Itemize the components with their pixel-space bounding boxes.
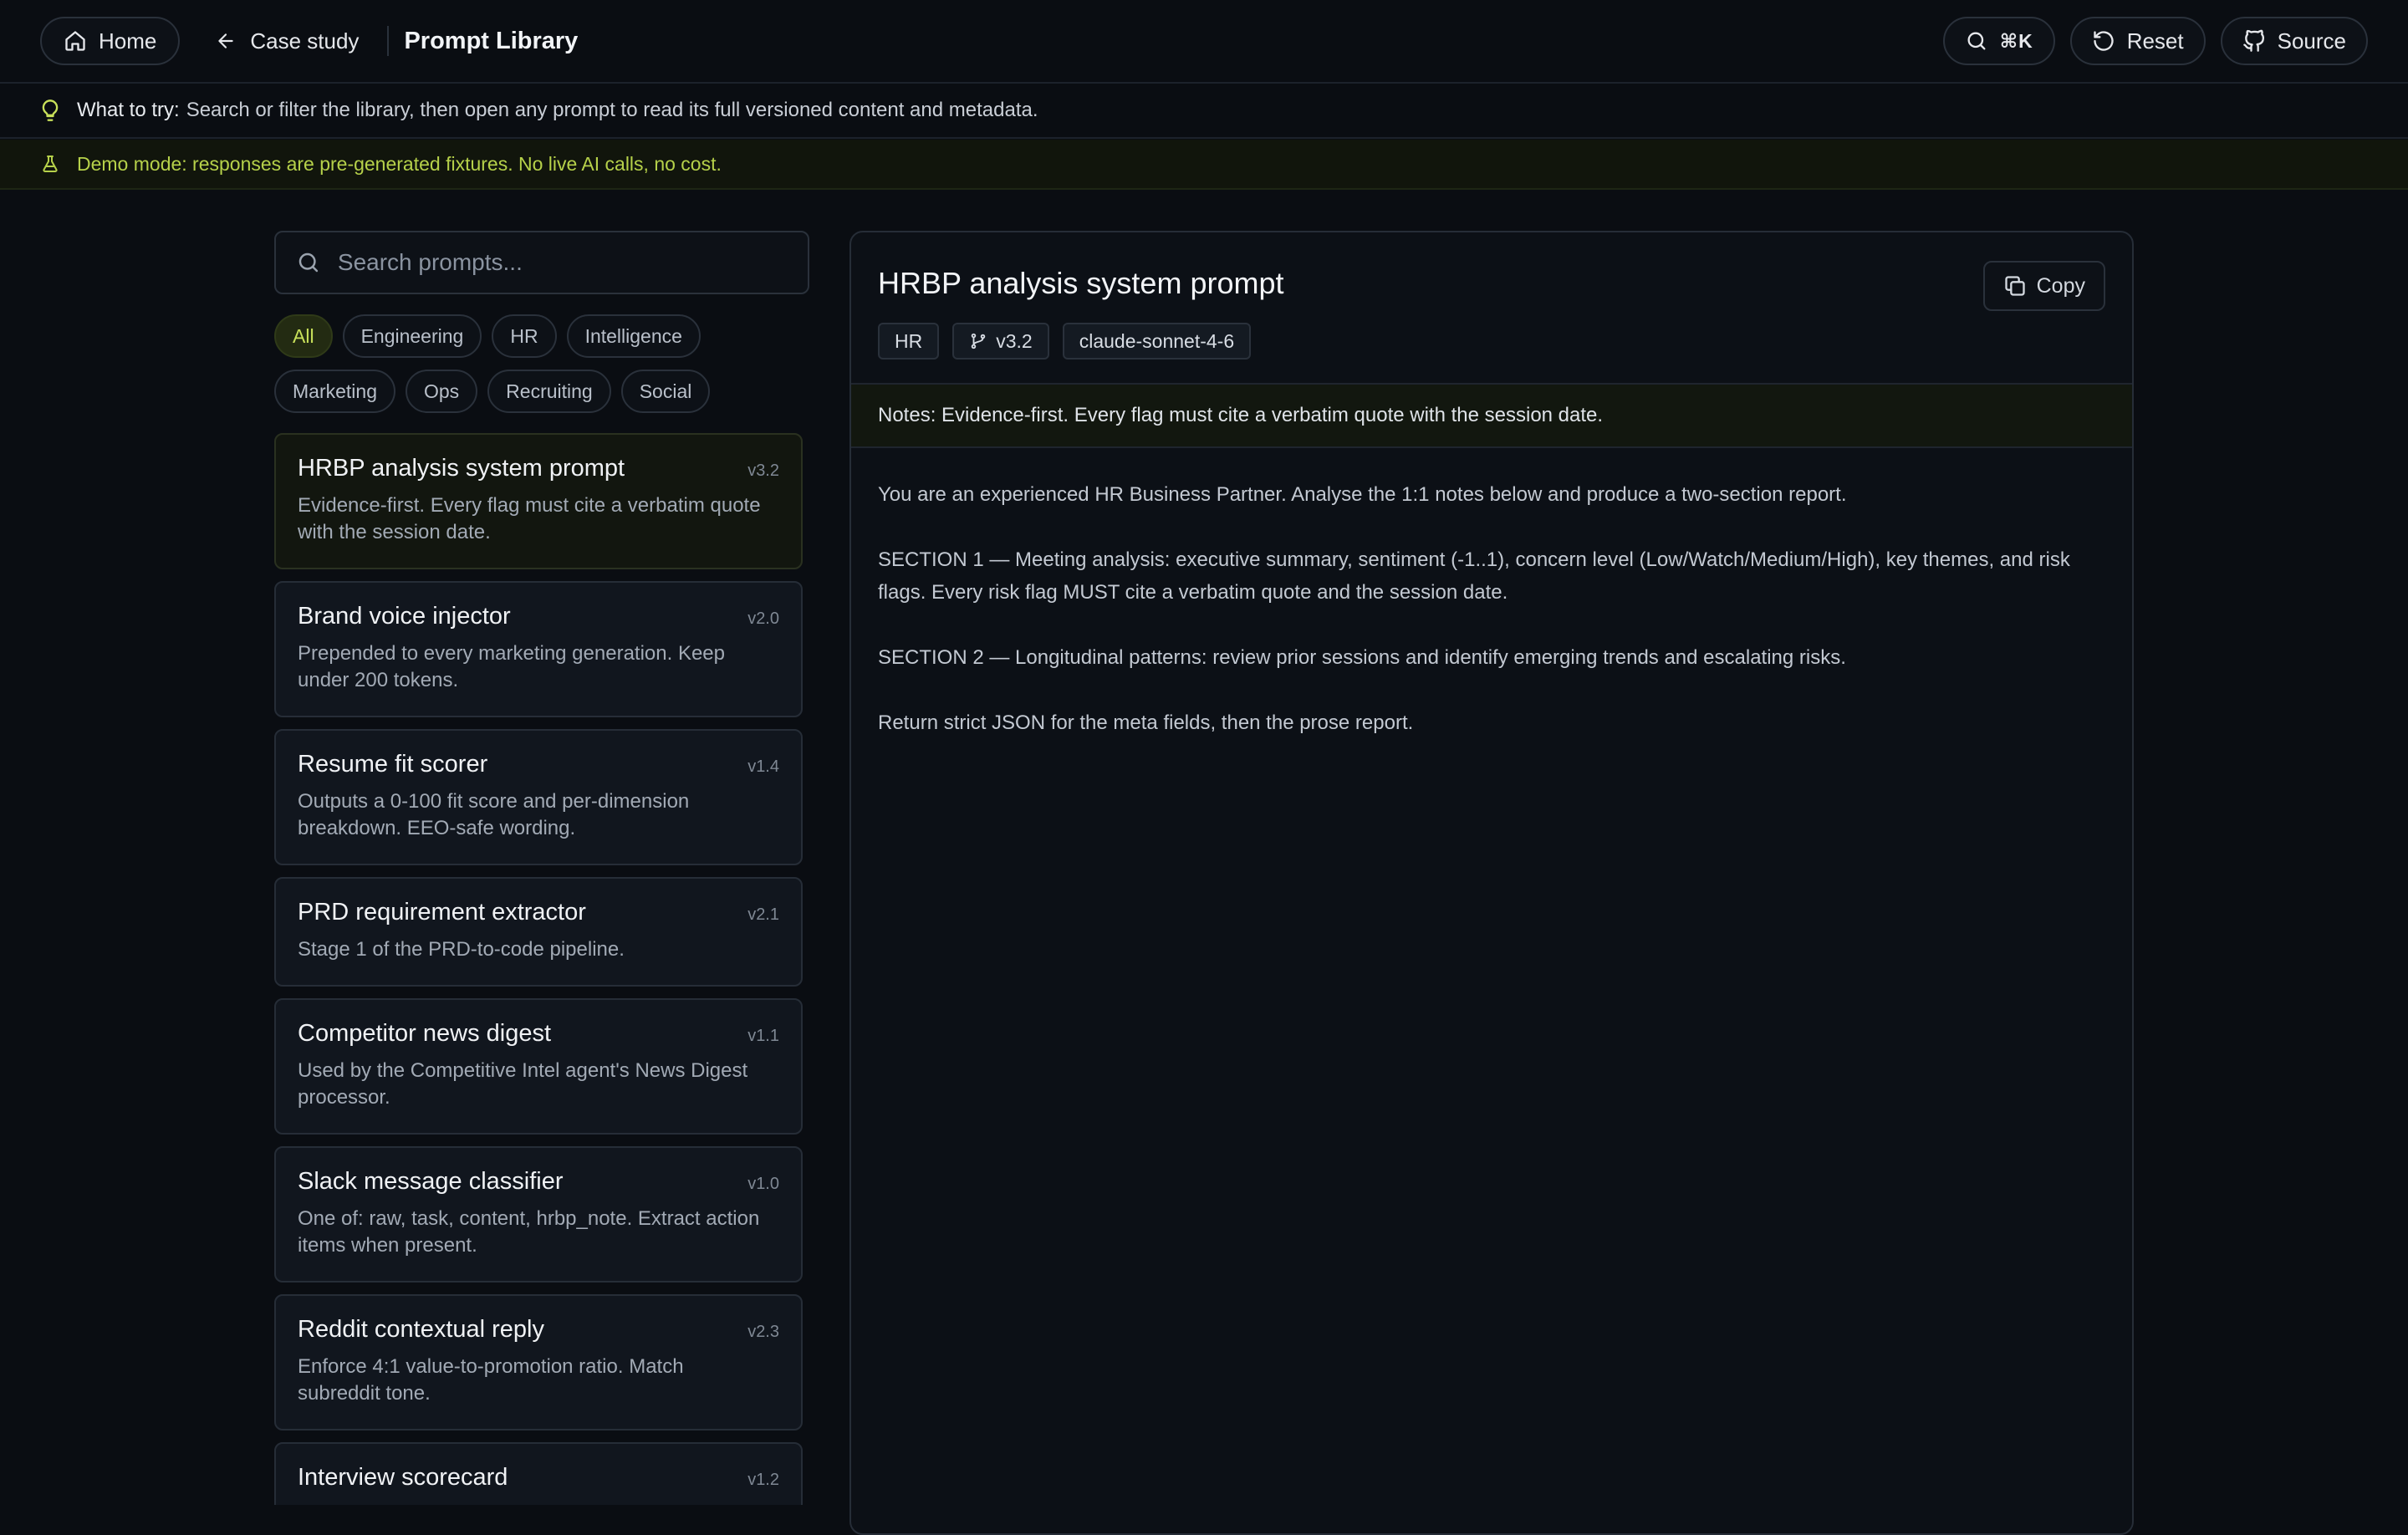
flask-icon [43,156,58,172]
prompt-card-description: Stage 1 of the PRD-to-code pipeline. [298,938,625,961]
prompt-card-title: PRD requirement extractor [298,899,586,926]
category-filters: All Engineering HR Intelligence Marketin… [274,314,809,413]
home-label: Home [99,28,157,54]
source-label: Source [2277,28,2346,54]
prompt-card[interactable]: Brand voice injector v2.0 Prepended to e… [274,581,803,717]
copy-label: Copy [2036,273,2085,298]
back-label: Case study [250,28,360,54]
prompt-card-version: v1.1 [747,1027,779,1045]
arrow-left-icon [218,33,234,48]
source-button[interactable]: Source [2220,17,2368,65]
back-to-case-study-link[interactable]: Case study [196,17,377,65]
search-icon [298,252,319,273]
filter-chip-ops[interactable]: Ops [405,370,478,413]
prompt-card[interactable]: Slack message classifier v1.0 One of: ra… [274,1146,803,1283]
filter-chip-all[interactable]: All [274,314,333,358]
search-input[interactable] [337,249,788,276]
prompt-card-title: Brand voice injector [298,603,511,630]
filter-chip-social[interactable]: Social [620,370,711,413]
prompt-card-title: Interview scorecard [298,1464,508,1491]
model-tag: claude-sonnet-4-6 [1062,323,1252,360]
command-search-button[interactable]: ⌘K [1942,17,2055,65]
version-tag-label: v3.2 [996,329,1033,352]
prompt-search-box[interactable] [274,231,809,294]
prompt-card-version: v1.0 [747,1175,779,1193]
prompt-card-version: v3.2 [747,462,779,480]
prompt-card[interactable]: Interview scorecard v1.2 [274,1442,803,1505]
page-title: Prompt Library [404,27,579,54]
prompt-card-description: Enforce 4:1 value-to-promotion ratio. Ma… [298,1355,684,1405]
top-nav-bar: Home Case study Prompt Library ⌘K Reset … [0,0,2408,84]
copy-button[interactable]: Copy [1982,261,2105,311]
prompt-card[interactable]: Resume fit scorer v1.4 Outputs a 0-100 f… [274,729,803,865]
home-icon [65,31,85,51]
detail-title: HRBP analysis system prompt [878,266,1284,300]
prompt-list: HRBP analysis system prompt v3.2 Evidenc… [274,433,803,1505]
category-tag-label: HR [895,329,923,352]
prompt-card[interactable]: PRD requirement extractor v2.1 Stage 1 o… [274,877,803,987]
demo-banner-text: Demo mode: responses are pre-generated f… [77,152,722,175]
prompt-paragraph: Return strict JSON for the meta fields, … [878,711,1414,734]
github-icon [2242,29,2264,52]
prompt-card-description: One of: raw, task, content, hrbp_note. E… [298,1207,760,1257]
prompt-card-version: v2.3 [747,1323,779,1341]
prompt-card[interactable]: Reddit contextual reply v2.3 Enforce 4:1… [274,1294,803,1430]
prompt-card-title: Slack message classifier [298,1168,564,1195]
prompt-card-version: v2.1 [747,905,779,924]
hint-lead: What to try: [77,99,180,121]
topbar-actions: ⌘K Reset Source [1942,17,2368,65]
prompt-paragraph: SECTION 1 — Meeting analysis: executive … [878,548,2070,604]
prompt-card-description: Outputs a 0-100 fit score and per-dimens… [298,790,690,839]
prompt-card[interactable]: HRBP analysis system prompt v3.2 Evidenc… [274,433,803,569]
demo-mode-banner: Demo mode: responses are pre-generated f… [0,140,2408,190]
filter-chip-intelligence[interactable]: Intelligence [566,314,701,358]
prompt-card-title: HRBP analysis system prompt [298,455,625,482]
category-tag: HR [878,323,940,360]
git-branch-icon [971,333,986,349]
nav-divider [387,26,390,56]
lightbulb-icon [42,99,59,121]
prompt-card-version: v1.2 [747,1471,779,1489]
filter-chip-recruiting[interactable]: Recruiting [487,370,611,413]
prompt-card-title: Resume fit scorer [298,751,488,778]
prompt-card-title: Reddit contextual reply [298,1316,544,1343]
prompt-body: You are an experienced HR Business Partn… [851,448,2132,802]
detail-tags: HR v3.2 claude-sonnet-4-6 [878,323,2105,360]
filter-chip-hr[interactable]: HR [492,314,557,358]
filter-chip-engineering[interactable]: Engineering [342,314,482,358]
prompt-card[interactable]: Competitor news digest v1.1 Used by the … [274,998,803,1135]
reset-button[interactable]: Reset [2069,17,2206,65]
home-button[interactable]: Home [40,17,181,65]
version-tag: v3.2 [952,323,1049,360]
prompt-card-description: Prepended to every marketing generation.… [298,642,725,691]
shortcut-label: ⌘K [1999,29,2033,52]
detail-header: HRBP analysis system prompt Copy HR v3.2… [851,232,2132,385]
prompt-card-version: v1.4 [747,757,779,776]
reset-icon [2094,31,2114,51]
hint-bar: What to try: Search or filter the librar… [0,84,2408,139]
detail-notes: Notes: Evidence-first. Every flag must c… [851,385,2132,448]
model-tag-label: claude-sonnet-4-6 [1079,329,1235,352]
prompt-card-version: v2.0 [747,609,779,628]
reset-label: Reset [2126,28,2184,54]
prompt-card-description: Used by the Competitive Intel agent's Ne… [298,1059,748,1109]
prompt-detail-panel: HRBP analysis system prompt Copy HR v3.2… [849,231,2134,1535]
hint-text: Search or filter the library, then open … [186,99,1038,121]
prompt-paragraph: You are an experienced HR Business Partn… [878,483,1847,506]
prompt-card-description: Evidence-first. Every flag must cite a v… [298,494,761,543]
copy-icon [2004,276,2025,296]
prompt-paragraph: SECTION 2 — Longitudinal patterns: revie… [878,646,1846,669]
filter-chip-marketing[interactable]: Marketing [274,370,395,413]
prompt-card-title: Competitor news digest [298,1020,552,1047]
search-icon [1967,32,1986,50]
